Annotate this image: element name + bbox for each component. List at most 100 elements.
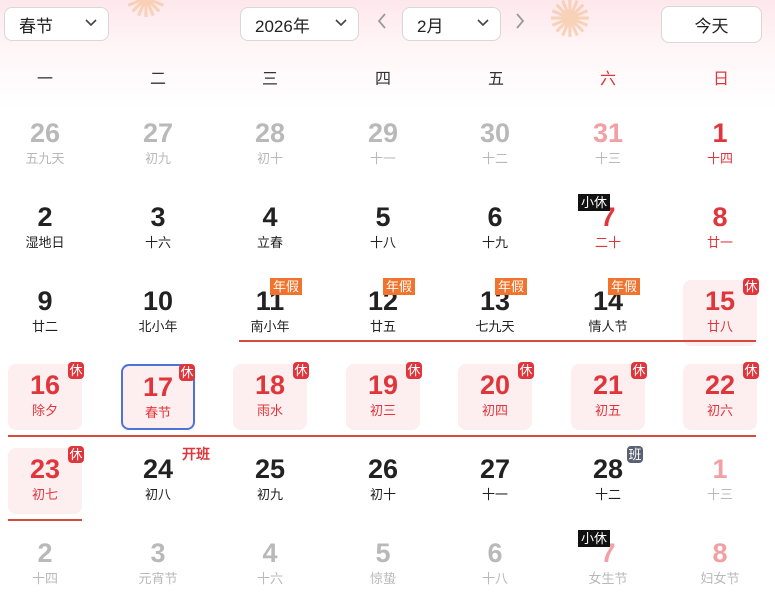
lunar-label: 初三 — [369, 403, 396, 418]
toolbar: 春节 2026年 2月 今天 — [0, 0, 775, 50]
day-cell[interactable]: 5 十八 — [346, 196, 420, 262]
day-cell[interactable]: 8 妇女节 — [683, 532, 757, 598]
day-cell[interactable]: 13 七九天 年假 — [458, 278, 532, 346]
day-number: 27 — [479, 454, 511, 484]
day-cell[interactable]: 7 二十 小休 — [571, 194, 645, 262]
day-cell[interactable]: 23 初七休 — [8, 446, 84, 514]
next-month-button[interactable] — [514, 10, 526, 36]
day-number: 1 — [712, 454, 728, 484]
day-cell[interactable]: 8 廿一 — [683, 196, 757, 262]
rest-day-badge: 休 — [518, 362, 534, 379]
day-cell[interactable]: 24 初八 开班 — [121, 446, 210, 514]
day-number: 8 — [712, 538, 728, 568]
day-cell[interactable]: 26 初十 — [346, 448, 420, 514]
annual-leave-badge: 年假 — [383, 278, 416, 295]
day-number: 30 — [479, 118, 511, 148]
day-cell[interactable]: 7 女生节 小休 — [571, 530, 645, 598]
day-cell[interactable]: 1 十四 — [683, 112, 757, 178]
day-cell[interactable]: 28 初十 — [233, 112, 307, 178]
rest-day-badge: 休 — [68, 362, 84, 379]
holiday-range-line — [239, 340, 756, 342]
year-select[interactable]: 2026年 — [240, 7, 359, 41]
day-number: 25 — [254, 454, 286, 484]
day-cell[interactable]: 11 南小年 年假 — [233, 278, 307, 346]
lunar-label: 妇女节 — [700, 571, 740, 586]
day-cell[interactable]: 25 初九 — [233, 448, 307, 514]
prev-month-button[interactable] — [376, 10, 388, 36]
day-cell[interactable]: 15 廿八休 — [683, 278, 759, 346]
day-cell[interactable]: 30 十二 — [458, 112, 532, 178]
day-cell[interactable]: 18 雨水休 — [233, 362, 309, 430]
rest-day-badge: 休 — [631, 362, 647, 379]
day-cell[interactable]: 27 十一 — [458, 448, 532, 514]
day-cell[interactable]: 27 初九 — [121, 112, 195, 178]
day-cell[interactable]: 10 北小年 — [121, 280, 195, 346]
day-cell[interactable]: 19 初三休 — [346, 362, 422, 430]
lunar-label: 惊蛰 — [369, 571, 396, 586]
day-cell[interactable]: 26 五九天 — [8, 112, 82, 178]
rest-day-badge: 休 — [293, 362, 309, 379]
day-cell[interactable]: 31 十三 — [571, 112, 645, 178]
lunar-label: 十四 — [706, 151, 733, 166]
day-cell[interactable]: 1 十三 — [683, 448, 757, 514]
day-number: 4 — [262, 538, 278, 568]
lunar-label: 十八 — [481, 571, 508, 586]
day-cell[interactable]: 28 十二班 — [571, 446, 645, 514]
day-number: 5 — [375, 538, 391, 568]
lunar-label: 廿一 — [706, 235, 733, 250]
chevron-left-icon — [377, 13, 386, 29]
lunar-label: 除夕 — [31, 403, 58, 418]
rest-day-badge: 休 — [406, 362, 422, 379]
lunar-label: 初八 — [144, 487, 171, 502]
month-select[interactable]: 2月 — [402, 7, 501, 41]
day-cell[interactable]: 6 十九 — [458, 196, 532, 262]
day-number: 5 — [375, 202, 391, 232]
day-cell[interactable]: 5 惊蛰 — [346, 532, 420, 598]
lunar-label: 初十 — [369, 487, 396, 502]
day-cell[interactable]: 22 初六休 — [683, 362, 759, 430]
day-cell[interactable]: 9 廿二 — [8, 280, 82, 346]
day-cell[interactable]: 21 初五休 — [571, 362, 647, 430]
day-cell[interactable]: 4 立春 — [233, 196, 307, 262]
day-cell[interactable]: 2 十四 — [8, 532, 82, 598]
lunar-label: 十六 — [144, 235, 171, 250]
day-number: 26 — [367, 454, 399, 484]
lunar-label: 十四 — [31, 571, 58, 586]
lunar-label: 十三 — [706, 487, 733, 502]
day-cell[interactable]: 2 湿地日 — [8, 196, 82, 262]
lunar-label: 立春 — [256, 235, 283, 250]
day-number: 28 — [254, 118, 286, 148]
day-cell[interactable]: 3 十六 — [121, 196, 195, 262]
day-cell[interactable]: 14 情人节 年假 — [571, 278, 645, 346]
work-start-badge: 开班 — [182, 446, 210, 462]
day-cell[interactable]: 4 十六 — [233, 532, 307, 598]
chevron-down-icon — [84, 15, 98, 32]
lunar-label: 南小年 — [250, 319, 290, 334]
lunar-label: 春节 — [144, 405, 171, 420]
lunar-label: 五九天 — [25, 151, 65, 166]
holiday-select[interactable]: 春节 — [4, 7, 109, 41]
day-cell[interactable]: 16 除夕休 — [8, 362, 84, 430]
day-number: 1 — [712, 118, 728, 148]
day-cell[interactable]: 29 十一 — [346, 112, 420, 178]
day-number: 4 — [262, 202, 278, 232]
lunar-label: 初五 — [594, 403, 621, 418]
day-number: 2 — [37, 202, 53, 232]
rest-day-badge: 休 — [743, 278, 759, 295]
day-cell[interactable]: 3 元宵节 — [121, 532, 195, 598]
day-cell[interactable]: 17 春节休 — [121, 364, 195, 430]
lunar-label: 十六 — [256, 571, 283, 586]
day-cell[interactable]: 6 十八 — [458, 532, 532, 598]
month-select-value: 2月 — [417, 16, 444, 36]
day-cell[interactable]: 20 初四休 — [458, 362, 534, 430]
lunar-label: 初四 — [481, 403, 508, 418]
day-number: 3 — [150, 202, 166, 232]
day-cell[interactable]: 12 廿五 年假 — [346, 278, 420, 346]
lunar-label: 十九 — [481, 235, 508, 250]
chevron-down-icon — [334, 15, 348, 32]
lunar-label: 初九 — [256, 487, 283, 502]
rest-day-badge: 休 — [743, 362, 759, 379]
lunar-label: 二十 — [594, 235, 621, 250]
today-button[interactable]: 今天 — [661, 6, 762, 43]
short-break-badge: 小休 — [578, 194, 611, 211]
